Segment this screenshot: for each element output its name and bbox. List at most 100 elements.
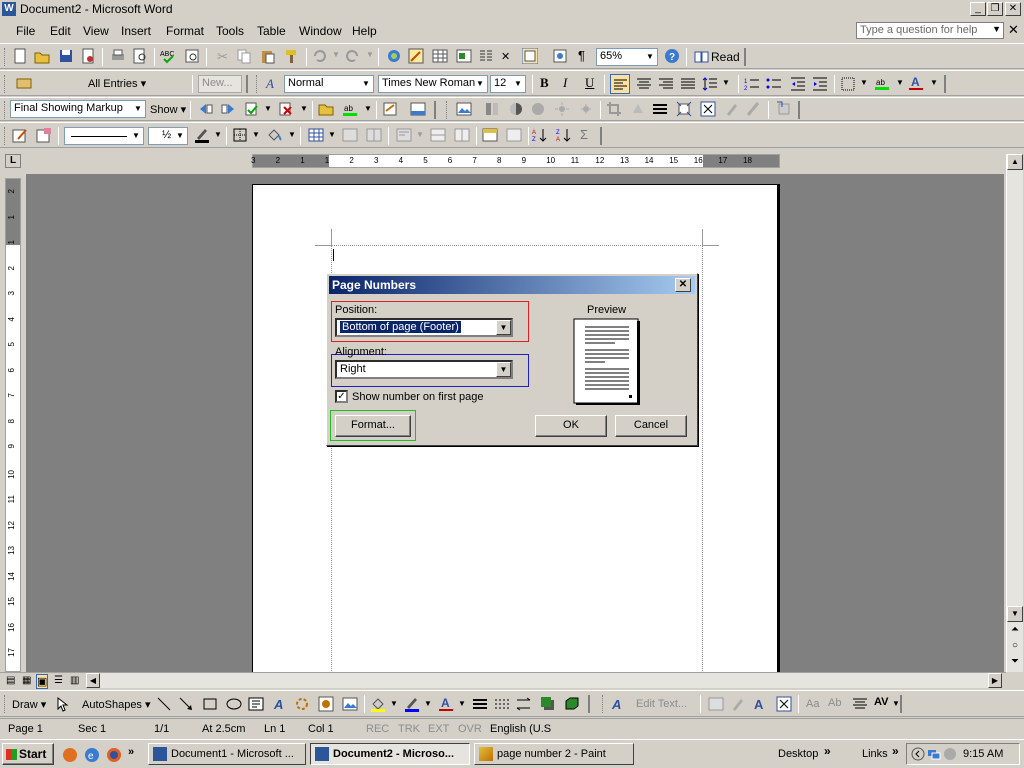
chevron-down-icon[interactable]: ▼ — [132, 101, 144, 117]
character-spacing-icon[interactable]: AV — [874, 696, 888, 708]
chevron-down-icon[interactable]: ▼ — [332, 50, 340, 59]
picture-color-icon[interactable] — [484, 101, 500, 117]
wordart-vertical-icon[interactable]: Ab — [828, 697, 841, 709]
research-icon[interactable] — [184, 48, 200, 64]
permission-icon[interactable] — [80, 48, 96, 64]
next-change-icon[interactable] — [220, 101, 236, 117]
ie-quicklaunch-icon[interactable]: e — [84, 747, 100, 763]
menu-file[interactable]: File — [16, 24, 35, 38]
taskbar-paint[interactable]: page number 2 - Paint — [474, 743, 634, 765]
show-first-page-label[interactable]: Show number on first page — [352, 391, 483, 403]
align-left-icon[interactable] — [610, 74, 630, 94]
scroll-left-icon[interactable]: ◀ — [86, 673, 100, 688]
chevron-down-icon[interactable]: ▼ — [174, 128, 186, 144]
numbering-icon[interactable]: 12 — [744, 76, 760, 92]
document-map-icon[interactable] — [522, 48, 538, 64]
menu-view[interactable]: View — [83, 24, 109, 38]
cut-icon[interactable]: ✂ — [214, 48, 230, 64]
drawing-icon[interactable]: ✕ — [500, 48, 516, 64]
show-hide-icon[interactable]: ¶ — [578, 48, 585, 63]
toolbar-grip[interactable] — [256, 75, 259, 93]
more-contrast-icon[interactable] — [508, 101, 524, 117]
links-toolbar[interactable]: Links — [862, 748, 888, 760]
close-button[interactable]: ✕ — [1005, 2, 1021, 16]
justify-icon[interactable] — [680, 76, 696, 92]
horizontal-ruler[interactable]: 3 2 1 1 2 3 4 5 6 7 8 9 10 11 12 13 14 15 16 17 18 — [251, 154, 780, 168]
quicklaunch-more-icon[interactable]: » — [128, 746, 134, 758]
oval-tool-icon[interactable] — [226, 696, 242, 712]
mail-merge-icon[interactable] — [16, 75, 32, 91]
chevron-down-icon[interactable]: ▼ — [300, 104, 308, 113]
horizontal-scrollbar[interactable]: ▤ ▦ ▣ ☰ ▥ ◀ ▶ — [0, 672, 1006, 689]
chevron-down-icon[interactable]: ▼ — [364, 104, 372, 113]
chevron-down-icon[interactable]: ▼ — [644, 49, 656, 65]
next-page-icon[interactable]: ⏷ — [1007, 656, 1023, 670]
text-wrapping-icon[interactable] — [700, 101, 716, 117]
menu-tools[interactable]: Tools — [216, 24, 244, 38]
toolbar-grip[interactable] — [4, 695, 7, 713]
print-preview-icon[interactable] — [132, 48, 148, 64]
line-style-select[interactable]: ▼ — [64, 127, 144, 145]
border-color-icon[interactable] — [194, 127, 210, 143]
style-select[interactable]: Normal ▼ — [284, 75, 374, 93]
chevron-down-icon[interactable]: ▼ — [130, 128, 142, 144]
vertical-ruler[interactable]: 2 1 1 2 3 4 5 6 7 8 9 10 11 12 13 14 15 16 17 — [5, 178, 21, 672]
paste-icon[interactable] — [260, 48, 276, 64]
previous-change-icon[interactable] — [198, 101, 214, 117]
line-weight-select[interactable]: ½ ▼ — [148, 127, 188, 145]
zoom-select[interactable]: 65% ▼ — [596, 48, 658, 66]
toolbar-grip[interactable] — [4, 75, 7, 93]
draw-table-icon[interactable] — [12, 127, 28, 143]
tab-selector[interactable]: L — [5, 154, 21, 168]
text-wrapping-icon[interactable] — [776, 696, 792, 712]
reset-picture-icon[interactable] — [776, 101, 792, 117]
status-language[interactable]: English (U.S — [490, 723, 551, 735]
read-button[interactable]: Read — [711, 50, 740, 64]
chevron-down-icon[interactable]: ▼ — [328, 130, 336, 139]
hyperlink-icon[interactable] — [386, 48, 402, 64]
print-layout-icon[interactable]: ▣ — [36, 674, 49, 689]
outline-view-icon[interactable]: ☰ — [54, 675, 63, 686]
wordart-icon[interactable]: A — [610, 696, 626, 712]
status-pages[interactable]: 1/1 — [154, 723, 169, 735]
chevron-down-icon[interactable]: ▼ — [496, 320, 511, 335]
status-trk[interactable]: TRK — [398, 723, 420, 735]
toolbar-grip[interactable] — [446, 101, 449, 119]
new-entry-field[interactable]: New... — [198, 75, 242, 93]
line-style-icon[interactable] — [472, 696, 488, 712]
shadow-style-icon[interactable] — [540, 696, 556, 712]
text-box-icon[interactable] — [248, 696, 264, 712]
taskbar-document2[interactable]: Document2 - Microso... — [310, 743, 470, 765]
position-select[interactable]: Bottom of page (Footer) ▼ — [335, 318, 513, 337]
all-entries-dropdown[interactable]: All Entries ▾ — [88, 77, 146, 90]
font-size-select[interactable]: 12 ▼ — [490, 75, 526, 93]
toolbar-options[interactable] — [944, 75, 947, 93]
firefox-quicklaunch-icon[interactable] — [106, 747, 122, 763]
toolbar-options[interactable] — [434, 101, 437, 119]
border-icon[interactable] — [840, 76, 856, 92]
insert-comment-icon[interactable] — [318, 101, 334, 117]
chevron-down-icon[interactable]: ▼ — [512, 76, 524, 92]
help-search-input[interactable]: Type a question for help ▼ — [856, 22, 1004, 39]
insert-table-icon[interactable] — [308, 127, 324, 143]
vertical-scrollbar[interactable]: ▲ ▼ ⏶ ○ ⏷ — [1006, 154, 1023, 672]
more-brightness-icon[interactable] — [554, 101, 570, 117]
status-rec[interactable]: REC — [366, 723, 389, 735]
wordart-icon[interactable]: A — [272, 696, 288, 712]
reading-layout-icon[interactable]: ▥ — [70, 675, 79, 686]
print-icon[interactable] — [110, 48, 126, 64]
font-color-icon[interactable]: A — [438, 696, 454, 712]
format-picture-icon[interactable] — [724, 101, 740, 117]
web-layout-icon[interactable]: ▦ — [22, 675, 31, 686]
scroll-track[interactable] — [100, 673, 988, 688]
toolbar-more-icon[interactable]: » — [824, 744, 831, 758]
dialog-close-icon[interactable]: ✕ — [675, 278, 691, 292]
alignment-select[interactable]: Right ▼ — [335, 360, 513, 379]
start-button[interactable]: Start — [2, 743, 54, 765]
chevron-down-icon[interactable]: ▼ — [474, 76, 486, 92]
font-select[interactable]: Times New Roman ▼ — [378, 75, 488, 93]
align-center-icon[interactable] — [636, 76, 652, 92]
outlook-quicklaunch-icon[interactable] — [62, 747, 78, 763]
columns-icon[interactable] — [478, 48, 494, 64]
volume-icon[interactable] — [943, 747, 957, 761]
